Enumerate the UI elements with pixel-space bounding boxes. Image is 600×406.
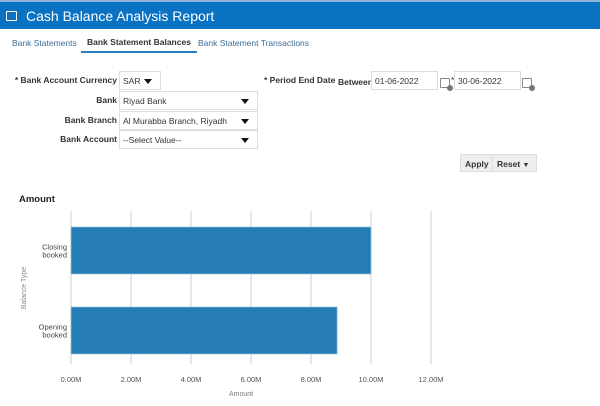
y-tick-label: booked	[42, 251, 67, 260]
tab-bank-statements[interactable]: Bank Statements	[12, 38, 77, 48]
reset-button[interactable]: Reset ▼	[492, 154, 537, 172]
currency-value: SAR	[123, 76, 141, 86]
currency-label: * Bank Account Currency	[14, 75, 117, 85]
x-tick-label: 8.00M	[301, 375, 322, 384]
bank-select[interactable]: Riyad Bank	[119, 91, 258, 110]
currency-select[interactable]: SAR	[119, 71, 161, 90]
x-tick-label: 4.00M	[181, 375, 202, 384]
calendar-icon[interactable]	[440, 78, 453, 91]
x-tick-label: 12.00M	[418, 375, 443, 384]
y-axis-title: Balance Type	[21, 267, 28, 309]
reset-label: Reset	[497, 159, 521, 169]
period-from-input[interactable]: 01-06-2022	[371, 71, 438, 90]
tab-bank-statement-balances[interactable]: Bank Statement Balances	[81, 37, 197, 53]
x-axis-title: Amount	[229, 391, 253, 398]
y-tick-label: booked	[42, 331, 67, 340]
calendar-icon[interactable]	[522, 78, 535, 91]
x-tick-label: 10.00M	[358, 375, 383, 384]
chevron-down-icon	[241, 119, 249, 124]
tab-bank-statement-transactions[interactable]: Bank Statement Transactions	[198, 38, 309, 48]
branch-select[interactable]: Al Murabba Branch, Riyadh	[119, 111, 258, 130]
apply-button[interactable]: Apply	[460, 154, 494, 172]
account-label: Bank Account	[60, 134, 117, 144]
bank-value: Riyad Bank	[123, 96, 167, 106]
chevron-down-icon	[241, 99, 249, 104]
between-label: Between	[338, 77, 373, 87]
account-value: --Select Value--	[123, 135, 182, 145]
bar-opening-booked	[70, 306, 338, 355]
x-tick-label: 0.00M	[61, 375, 82, 384]
bank-label: Bank	[96, 95, 117, 105]
account-select[interactable]: --Select Value--	[119, 130, 258, 149]
caret-down-icon: ▼	[522, 162, 530, 169]
page-title: Cash Balance Analysis Report	[26, 7, 215, 24]
chart-title: Amount	[19, 194, 56, 205]
monitor-icon	[6, 10, 17, 21]
bar-closing-booked	[70, 226, 372, 275]
x-tick-label: 6.00M	[241, 375, 262, 384]
branch-value: Al Murabba Branch, Riyadh	[123, 116, 227, 126]
period-label: * Period End Date	[264, 75, 336, 85]
period-to-input[interactable]: 30-06-2022	[454, 71, 521, 90]
chevron-down-icon	[144, 79, 152, 84]
branch-label: Bank Branch	[64, 115, 117, 125]
app-header: Cash Balance Analysis Report	[0, 0, 600, 29]
amount-chart: Amount 0.00M 2.00M 4.00M 6.00M 8.00M 10.00M 12.…	[19, 194, 444, 398]
x-tick-label: 2.00M	[121, 375, 142, 384]
chevron-down-icon	[241, 138, 249, 143]
